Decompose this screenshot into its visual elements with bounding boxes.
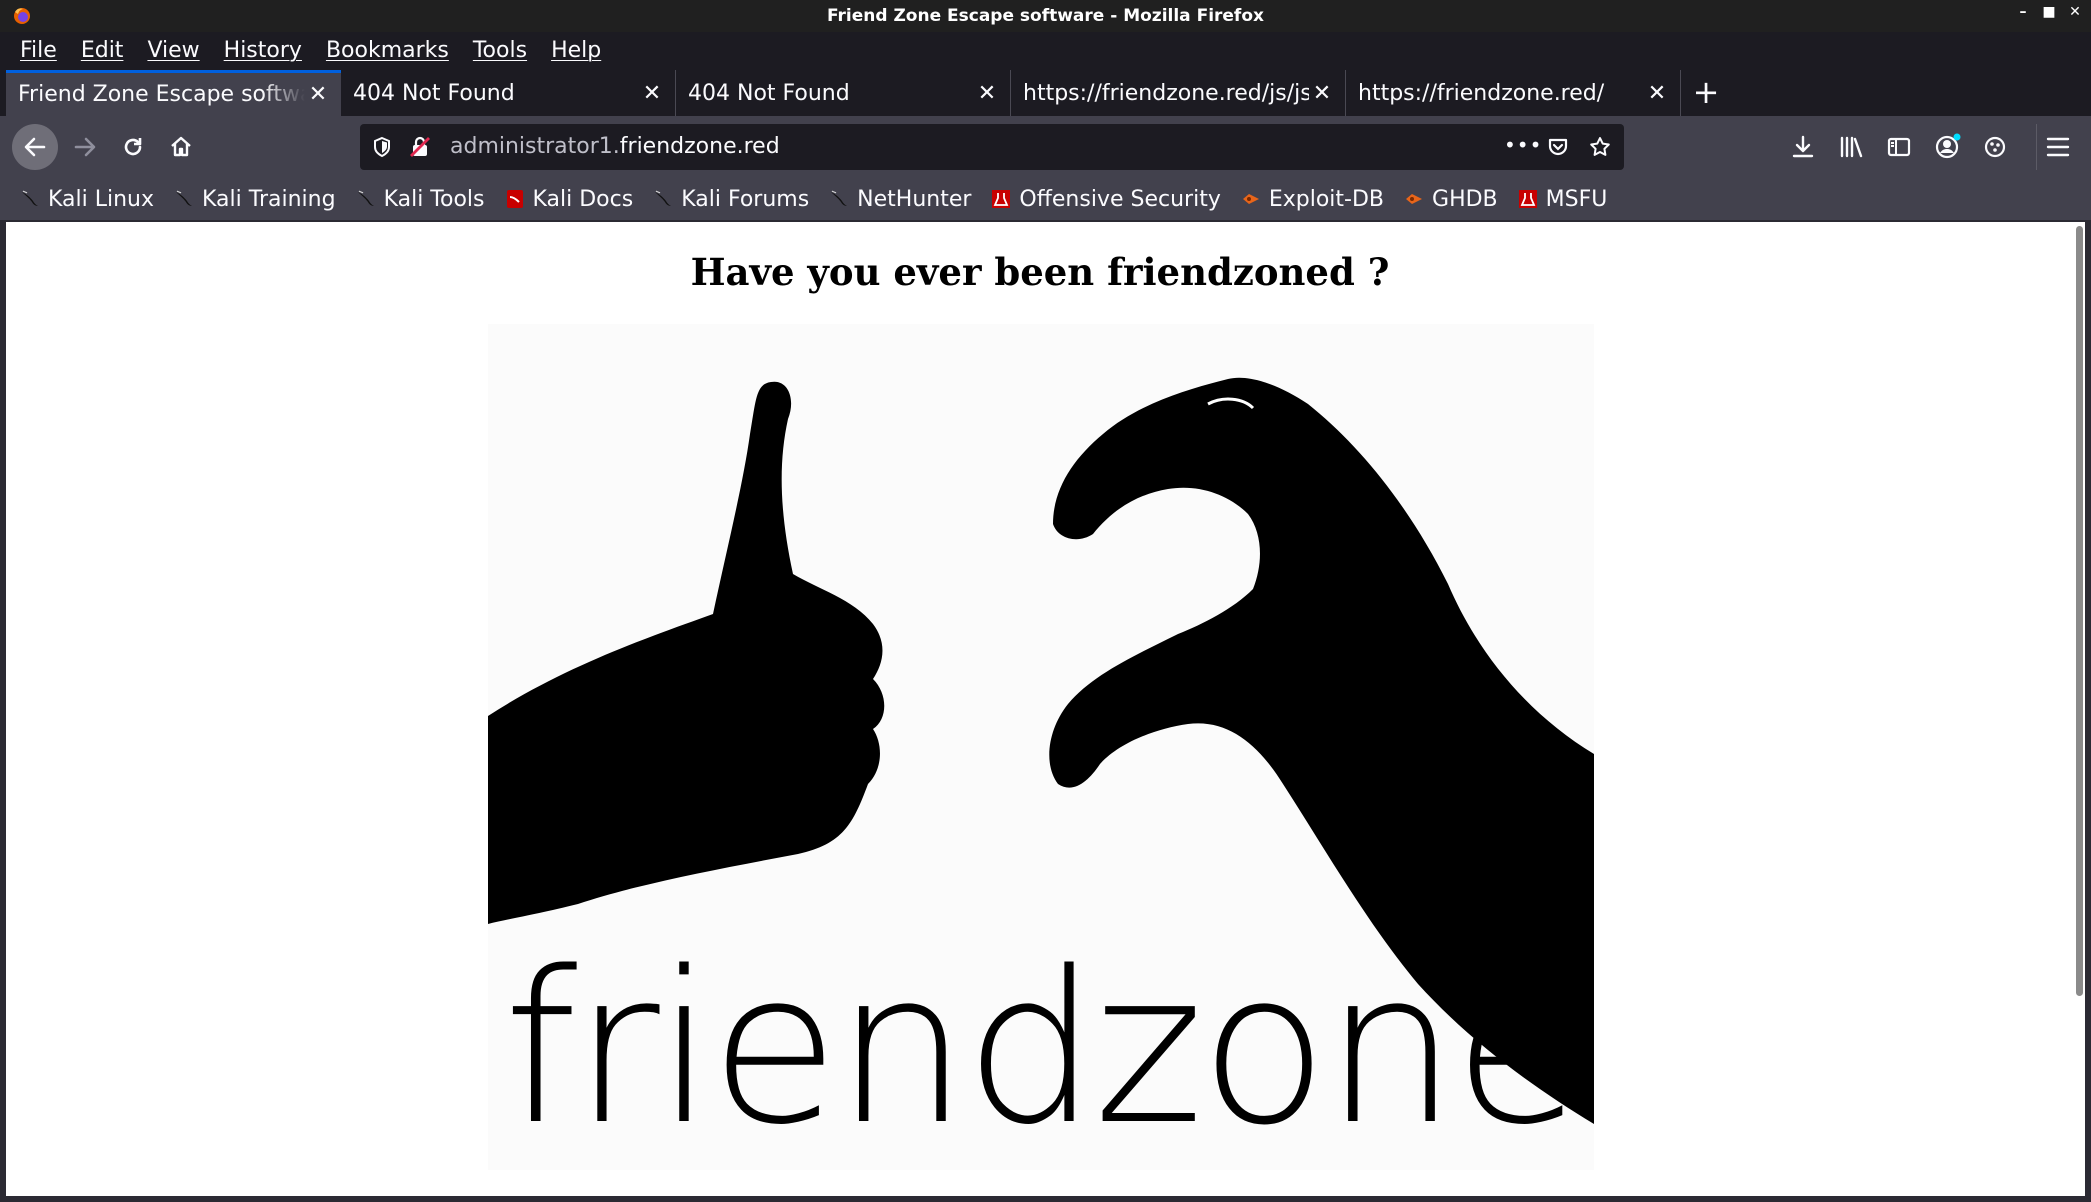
insecure-lock-icon[interactable]	[408, 135, 432, 159]
bookmark-kali-training[interactable]: Kali Training	[174, 187, 336, 212]
bookmark-kali-tools[interactable]: Kali Tools	[356, 187, 485, 212]
tab-title: 404 Not Found	[688, 80, 850, 106]
back-button[interactable]	[12, 124, 58, 170]
window-controls: – ■ ✕	[2015, 4, 2083, 20]
minimize-button[interactable]: –	[2015, 4, 2031, 20]
offsec-icon	[992, 190, 1011, 208]
bookmark-label: MSFU	[1545, 186, 1608, 212]
arrow-left-icon	[24, 137, 46, 157]
tab-close-icon[interactable]: ✕	[305, 82, 331, 107]
tab-close-icon[interactable]: ✕	[1309, 81, 1335, 106]
firefox-icon	[14, 8, 30, 24]
menu-history[interactable]: History	[224, 38, 302, 63]
tab-title: https://friendzone.red/js/js/	[1023, 80, 1309, 106]
tracking-shield-icon[interactable]	[370, 135, 394, 159]
arrow-right-icon	[74, 137, 96, 157]
bookmark-label: Kali Forums	[681, 186, 810, 212]
kali-dragon-icon	[655, 190, 672, 206]
url-domain: friendzone.red	[619, 134, 780, 159]
account-icon[interactable]	[1934, 132, 1962, 160]
new-tab-button[interactable]: +	[1681, 68, 1731, 116]
menu-view[interactable]: View	[147, 38, 199, 63]
window-border-right	[2085, 220, 2091, 1202]
bookmark-label: Kali Tools	[383, 186, 485, 212]
menu-edit[interactable]: Edit	[81, 38, 124, 63]
toolbar-separator	[2036, 124, 2037, 170]
bookmarks-toolbar: Kali Linux Kali Training Kali Tools Kali…	[0, 178, 2091, 220]
bookmark-label: Kali Linux	[48, 186, 155, 212]
bookmark-label: Offensive Security	[1019, 186, 1221, 212]
window-title: Friend Zone Escape software - Mozilla Fi…	[827, 6, 1264, 26]
page-actions-icon[interactable]: •••	[1504, 133, 1542, 157]
menu-bookmarks[interactable]: Bookmarks	[326, 38, 449, 63]
bookmark-label: Exploit-DB	[1268, 186, 1385, 212]
tab-404-1[interactable]: 404 Not Found ✕	[341, 70, 676, 116]
sidebar-icon[interactable]	[1886, 134, 1912, 160]
kali-dragon-icon	[176, 190, 193, 206]
forward-button[interactable]	[62, 124, 108, 170]
url-text[interactable]: administrator1.friendzone.red	[450, 134, 780, 159]
tab-close-icon[interactable]: ✕	[974, 81, 1000, 106]
tab-friend-zone[interactable]: Friend Zone Escape software ✕	[6, 70, 341, 116]
bookmark-label: Kali Docs	[532, 186, 634, 212]
tab-js-js[interactable]: https://friendzone.red/js/js/ ✕	[1011, 70, 1346, 116]
kali-dragon-icon	[831, 190, 848, 206]
bookmark-label: NetHunter	[857, 186, 972, 212]
home-icon	[171, 136, 191, 157]
page-content: Have you ever been friendzoned ? friendz…	[6, 222, 2074, 1196]
bookmark-star-icon[interactable]	[1588, 135, 1612, 159]
library-icon[interactable]	[1838, 134, 1864, 160]
exploitdb-icon	[1406, 194, 1423, 204]
scrollbar-thumb[interactable]	[2076, 226, 2083, 996]
kali-dragon-icon	[357, 190, 374, 206]
exploitdb-icon	[1242, 194, 1259, 204]
tab-strip: Friend Zone Escape software ✕ 404 Not Fo…	[0, 68, 2091, 116]
bookmark-msfu[interactable]: MSFU	[1518, 186, 1608, 212]
bookmark-label: Kali Training	[202, 186, 336, 212]
url-subdomain: administrator1.	[450, 134, 620, 159]
page-heading: Have you ever been friendzoned ?	[690, 250, 1390, 294]
reload-button[interactable]	[110, 124, 156, 170]
extensions-icon[interactable]	[1982, 134, 2008, 160]
menu-tools[interactable]: Tools	[473, 38, 527, 63]
bookmark-kali-docs[interactable]: Kali Docs	[505, 186, 634, 212]
menu-bar: File Edit View History Bookmarks Tools H…	[0, 32, 2091, 68]
friendzone-logo-text: friendzone	[503, 926, 1582, 1171]
pocket-icon[interactable]	[1546, 135, 1570, 159]
navigation-toolbar: administrator1.friendzone.red •••	[0, 116, 2091, 178]
reload-icon	[124, 138, 142, 156]
friendzone-hero-image: friendzone	[488, 324, 1594, 1170]
maximize-button[interactable]: ■	[2041, 4, 2057, 20]
tab-close-icon[interactable]: ✕	[639, 81, 665, 106]
bookmark-kali-forums[interactable]: Kali Forums	[653, 187, 809, 212]
address-bar[interactable]: administrator1.friendzone.red •••	[360, 124, 1624, 170]
downloads-icon[interactable]	[1790, 134, 1816, 160]
offsec-icon	[1518, 190, 1537, 208]
tab-title: https://friendzone.red/	[1358, 80, 1605, 106]
bookmark-label: GHDB	[1432, 186, 1498, 212]
menu-help[interactable]: Help	[551, 38, 601, 63]
hamburger-menu-icon[interactable]	[2045, 135, 2071, 159]
bookmark-exploit-db[interactable]: Exploit-DB	[1241, 187, 1384, 212]
tab-title: 404 Not Found	[353, 80, 515, 106]
close-window-button[interactable]: ✕	[2067, 4, 2083, 20]
bookmark-nethunter[interactable]: NetHunter	[829, 187, 971, 212]
window-border-bottom	[0, 1196, 2091, 1202]
window-border-left	[0, 220, 6, 1202]
tab-close-icon[interactable]: ✕	[1644, 81, 1670, 106]
menu-file[interactable]: File	[20, 38, 57, 63]
tab-title: Friend Zone Escape software	[18, 82, 305, 107]
bookmark-offensive-security[interactable]: Offensive Security	[991, 186, 1221, 212]
tab-friendzone-root[interactable]: https://friendzone.red/ ✕	[1346, 70, 1681, 116]
kali-dragon-icon	[22, 190, 38, 206]
bookmark-ghdb[interactable]: GHDB	[1404, 187, 1498, 212]
kali-docs-icon	[506, 190, 523, 208]
home-button[interactable]	[158, 124, 204, 170]
window-titlebar: Friend Zone Escape software - Mozilla Fi…	[0, 0, 2091, 32]
tab-404-2[interactable]: 404 Not Found ✕	[676, 70, 1011, 116]
bookmark-kali-linux[interactable]: Kali Linux	[20, 187, 154, 212]
